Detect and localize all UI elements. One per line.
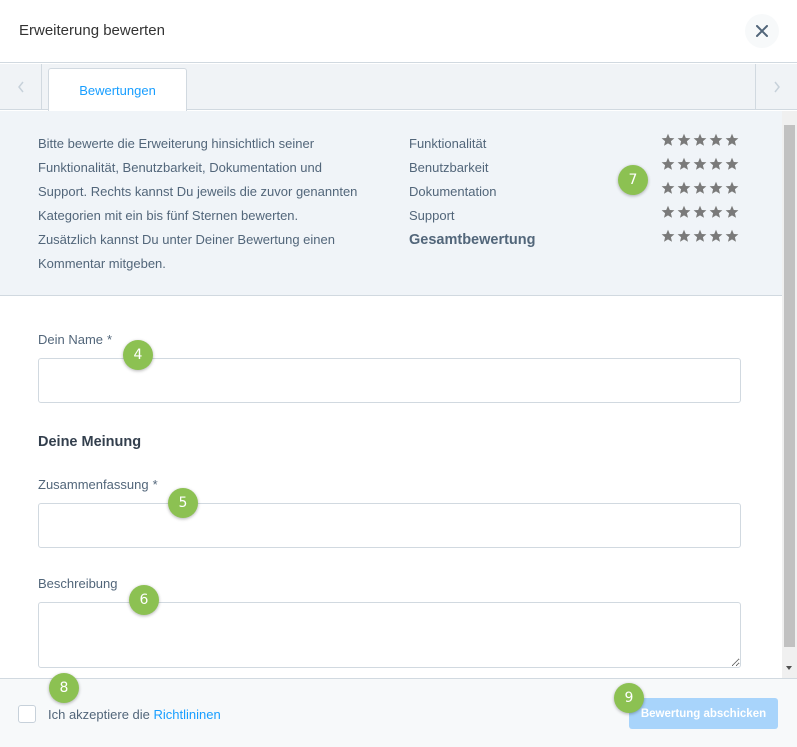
instruction-line: Bitte bewerte die Erweiterung hinsichtli… — [38, 136, 315, 151]
summary-input[interactable] — [38, 503, 741, 548]
star-icon[interactable] — [677, 205, 691, 219]
required-mark: * — [152, 477, 158, 492]
star-icon[interactable] — [661, 181, 675, 195]
star-icon[interactable] — [693, 229, 707, 243]
guidelines-link[interactable]: Richtlininen — [154, 707, 221, 722]
star-icon[interactable] — [661, 205, 675, 219]
star-icon[interactable] — [725, 157, 739, 171]
star-icon[interactable] — [709, 133, 723, 147]
rating-info-panel: Bitte bewerte die Erweiterung hinsichtli… — [0, 111, 782, 296]
star-ratings — [661, 128, 739, 248]
star-rating-row — [661, 128, 739, 152]
tab-scroll-right-button[interactable] — [755, 64, 797, 110]
tab-bewertungen[interactable]: Bewertungen — [48, 68, 187, 111]
required-mark: * — [107, 332, 113, 347]
category-label-support: Support — [409, 208, 455, 223]
close-button[interactable] — [745, 14, 779, 48]
modal-title: Erweiterung bewerten — [19, 22, 165, 39]
rating-instructions: Bitte bewerte die Erweiterung hinsichtli… — [38, 132, 388, 276]
instruction-line: Funktionalität, Benutzbarkeit, Dokumenta… — [38, 160, 323, 175]
summary-label: Zusammenfassung * — [38, 477, 158, 492]
instruction-line: Kategorien mit ein bis fünf Sternen bewe… — [38, 208, 299, 223]
star-rating-row — [661, 224, 739, 248]
star-icon[interactable] — [709, 181, 723, 195]
star-icon[interactable] — [693, 133, 707, 147]
description-label: Beschreibung — [38, 576, 118, 591]
star-icon[interactable] — [677, 157, 691, 171]
modal-footer: Ich akzeptiere die Richtlininen Bewertun… — [0, 678, 797, 747]
star-icon[interactable] — [661, 133, 675, 147]
star-icon[interactable] — [693, 157, 707, 171]
annotation-badge: 9 — [614, 683, 644, 713]
accept-guidelines-label: Ich akzeptiere die Richtlininen — [48, 707, 221, 722]
category-label-funktionalitaet: Funktionalität — [409, 136, 487, 151]
annotation-badge: 7 — [618, 165, 648, 195]
annotation-badge: 5 — [168, 488, 198, 518]
instruction-line: Zusätzlich kannst Du unter Deiner Bewert… — [38, 232, 335, 247]
star-icon[interactable] — [661, 229, 675, 243]
star-icon[interactable] — [677, 229, 691, 243]
star-rating-row — [661, 200, 739, 224]
rating-categories: Funktionalität Benutzbarkeit Dokumentati… — [409, 132, 536, 252]
name-label: Dein Name * — [38, 332, 113, 347]
tab-scroll-left-button[interactable] — [0, 64, 42, 110]
star-icon[interactable] — [709, 229, 723, 243]
star-rating-row — [661, 176, 739, 200]
scroll-down-arrow-icon[interactable] — [786, 666, 792, 670]
scrollbar-thumb[interactable] — [784, 125, 795, 647]
chevron-left-icon — [17, 81, 24, 93]
star-icon[interactable] — [725, 205, 739, 219]
star-rating-row — [661, 152, 739, 176]
accept-guidelines-checkbox[interactable] — [18, 705, 36, 723]
star-icon[interactable] — [661, 157, 675, 171]
tab-bar: Bewertungen — [0, 64, 797, 111]
star-icon[interactable] — [677, 181, 691, 195]
modal-header: Erweiterung bewerten — [0, 0, 797, 63]
category-label-dokumentation: Dokumentation — [409, 184, 497, 199]
star-icon[interactable] — [709, 157, 723, 171]
annotation-badge: 6 — [129, 585, 159, 615]
star-icon[interactable] — [725, 229, 739, 243]
star-icon[interactable] — [725, 181, 739, 195]
modal-body: Bitte bewerte die Erweiterung hinsichtli… — [0, 111, 797, 678]
star-icon[interactable] — [725, 133, 739, 147]
category-label-gesamtbewertung: Gesamtbewertung — [409, 232, 536, 248]
annotation-badge: 8 — [49, 673, 79, 703]
opinion-section-title: Deine Meinung — [38, 434, 142, 450]
chevron-right-icon — [773, 81, 780, 93]
star-icon[interactable] — [693, 205, 707, 219]
instruction-line: Support. Rechts kannst Du jeweils die zu… — [38, 184, 358, 199]
star-icon[interactable] — [693, 181, 707, 195]
star-icon[interactable] — [709, 205, 723, 219]
instruction-line: Kommentar mitgeben. — [38, 256, 166, 271]
submit-review-button[interactable]: Bewertung abschicken — [629, 698, 778, 729]
star-icon[interactable] — [677, 133, 691, 147]
annotation-badge: 4 — [123, 340, 153, 370]
close-icon — [756, 25, 768, 37]
category-label-benutzbarkeit: Benutzbarkeit — [409, 160, 489, 175]
scrollbar[interactable] — [782, 111, 797, 678]
